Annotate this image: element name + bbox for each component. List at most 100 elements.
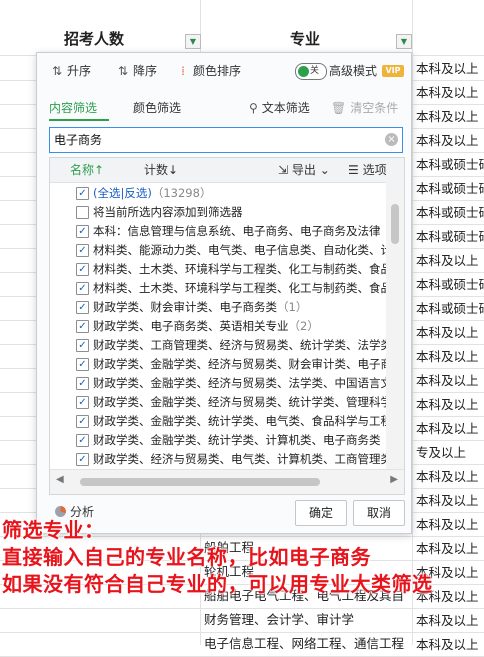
checkbox-checked-icon[interactable]: ✓ (76, 396, 89, 409)
active-tab-indicator (49, 119, 109, 121)
ok-button[interactable]: 确定 (295, 500, 347, 526)
sheet-cell[interactable]: 本科及以上 (414, 513, 484, 537)
header-cell-major[interactable]: 专业 (290, 23, 320, 55)
clear-conditions-button[interactable]: 🗑 清空条件 (331, 99, 398, 117)
advanced-mode-toggle[interactable]: 关 (295, 63, 327, 80)
filter-dropdown-icon[interactable]: ▼ (185, 34, 201, 49)
list-item-text: 财政学类、工商管理类、经济与贸易类、统计学类、法学类 (93, 338, 386, 352)
list-item-text: 财政学类、电子商务类、英语相关专业 (93, 319, 289, 333)
column-divider (412, 0, 413, 645)
checkbox-checked-icon[interactable]: ✓ (76, 301, 89, 314)
scroll-thumb[interactable] (80, 478, 320, 486)
checkbox-checked-icon[interactable]: ✓ (76, 358, 89, 371)
sort-descending-icon: ⇅ (117, 64, 129, 78)
list-item-text: 材料类、能源动力类、电气类、电子信息类、自动化类、计 (93, 243, 386, 257)
sheet-cell[interactable]: 本科及以上 (414, 81, 484, 105)
tab-color-filter[interactable]: 颜色筛选 (133, 99, 181, 117)
list-item[interactable]: ✓ (全选|反选)（13298） (50, 184, 386, 203)
list-item[interactable]: ✓ 材料类、土木类、环境科学与工程类、化工与制药类、食品 (50, 260, 386, 279)
checkbox-checked-icon[interactable]: ✓ (76, 244, 89, 257)
list-item-label: 财政学类、财会审计类、电子商务类（1） (93, 298, 307, 317)
list-item[interactable]: ✓ 材料类、能源动力类、电气类、电子信息类、自动化类、计 (50, 241, 386, 260)
sheet-cell[interactable]: 电子信息工程、网络工程、通信工程 (204, 632, 412, 656)
list-item[interactable]: ✓ 财政学类、工商管理类、经济与贸易类、统计学类、法学类 (50, 336, 386, 355)
sheet-cell[interactable]: 本科及以上 (414, 321, 484, 345)
list-item[interactable]: ✓ 财政学类、经济与贸易类、电气类、计算机类、工商管理类 (50, 450, 386, 469)
sort-by-name-button[interactable]: 名称↑ (70, 158, 104, 182)
sheet-cell[interactable]: 本科或硕士研 (414, 297, 484, 321)
checkbox-checked-icon[interactable]: ✓ (76, 225, 89, 238)
horizontal-scrollbar[interactable]: ◀ ▶ (50, 469, 404, 494)
sheet-cell[interactable]: 专及以上 (414, 441, 484, 465)
list-item-label: 财政学类、金融学类、经济与贸易类、法学类、中国语言文 (93, 374, 386, 393)
sort-descending-button[interactable]: ⇅ 降序 (115, 62, 157, 80)
checkbox-checked-icon[interactable]: ✓ (76, 377, 89, 390)
options-button[interactable]: ☰ 选项 (348, 158, 387, 182)
clear-search-icon[interactable]: × (385, 133, 398, 146)
sort-ascending-label: 升序 (67, 64, 92, 78)
sheet-cell[interactable]: 本科及以上 (414, 465, 484, 489)
list-item[interactable]: ✓ 财政学类、金融学类、经济与贸易类、统计学类、管理科学 (50, 393, 386, 412)
scroll-left-icon[interactable]: ◀ (56, 474, 64, 485)
filter-dropdown-icon[interactable]: ▼ (396, 34, 412, 49)
cancel-button[interactable]: 取消 (353, 500, 405, 526)
list-item[interactable]: 将当前所选内容添加到筛选器 (50, 203, 386, 222)
sheet-cell[interactable]: 本科及以上 (414, 609, 484, 633)
annotation-line-1: 筛选专业： (2, 518, 105, 542)
checkbox-checked-icon[interactable]: ✓ (76, 434, 89, 447)
sheet-cell[interactable]: 本科或硕士研 (414, 177, 484, 201)
sheet-cell[interactable]: 本科或硕士研 (414, 225, 484, 249)
scroll-thumb[interactable] (391, 204, 399, 244)
list-item-text: 将当前所选内容添加到筛选器 (93, 205, 243, 219)
sheet-cell[interactable]: 本科或硕士研 (414, 153, 484, 177)
checkbox-checked-icon[interactable]: ✓ (76, 320, 89, 333)
sheet-cell[interactable]: 财务管理、会计学、审计学 (204, 608, 412, 632)
list-item-label: 财政学类、金融学类、经济与贸易类、统计学类、管理科学 (93, 393, 386, 412)
list-item-label: 财政学类、电子商务类、英语相关专业（2） (93, 317, 319, 336)
list-item[interactable]: ✓ 材料类、土木类、环境科学与工程类、化工与制药类、食品 (50, 279, 386, 298)
list-item-text[interactable]: (全选|反选) (93, 186, 152, 200)
sheet-cell[interactable]: 本科及以上 (414, 249, 484, 273)
list-item[interactable]: ✓ 财政学类、金融学类、经济与贸易类、法学类、中国语言文 (50, 374, 386, 393)
sheet-cell[interactable]: 本科及以上 (414, 129, 484, 153)
sheet-cell[interactable]: 本科及以上 (414, 633, 484, 657)
sheet-cell[interactable]: 本科及以上 (414, 369, 484, 393)
sheet-cell[interactable]: 本科及以上 (414, 417, 484, 441)
sort-ascending-button[interactable]: ⇅ 升序 (49, 62, 91, 80)
list-item[interactable]: ✓ 财政学类、财会审计类、电子商务类（1） (50, 298, 386, 317)
checkbox-checked-icon[interactable]: ✓ (76, 339, 89, 352)
list-item-text: 材料类、土木类、环境科学与工程类、化工与制药类、食品 (93, 281, 386, 295)
list-item[interactable]: ✓ 财政学类、电子商务类、英语相关专业（2） (50, 317, 386, 336)
sheet-cell[interactable]: 本科及以上 (414, 489, 484, 513)
sheet-cell[interactable]: 本科及以上 (414, 345, 484, 369)
sheet-cell[interactable]: 本科或硕士研 (414, 201, 484, 225)
sheet-cell[interactable]: 本科及以上 (414, 57, 484, 81)
options-label: 选项 (362, 163, 387, 177)
scroll-right-icon[interactable]: ▶ (390, 474, 398, 485)
text-filter-button[interactable]: ⚲ 文本筛选 (249, 99, 310, 117)
sheet-cell[interactable]: 本科及以上 (414, 393, 484, 417)
header-cell-recruits[interactable]: 招考人数 (64, 23, 124, 55)
search-input[interactable]: 电子商务 × (49, 127, 403, 153)
sheet-cell[interactable]: 本科及以上 (414, 105, 484, 129)
checkbox-checked-icon[interactable]: ✓ (76, 187, 89, 200)
list-item[interactable]: ✓ 财政学类、金融学类、统计学类、电气类、食品科学与工程 (50, 412, 386, 431)
list-menu-icon: ☰ (348, 163, 363, 177)
export-button[interactable]: ⇲ 导出 ⌄ (278, 158, 330, 182)
list-item[interactable]: ✓ 财政学类、金融学类、统计学类、计算机类、电子商务类 (50, 431, 386, 450)
checkbox-unchecked-icon[interactable] (76, 206, 89, 219)
color-sort-button[interactable]: ⁞ 颜色排序 (175, 62, 241, 80)
checkbox-checked-icon[interactable]: ✓ (76, 415, 89, 428)
checkbox-checked-icon[interactable]: ✓ (76, 282, 89, 295)
sheet-cell[interactable]: 本科或硕士研 (414, 273, 484, 297)
sort-by-count-button[interactable]: 计数↓ (144, 158, 178, 182)
list-item-label: 材料类、土木类、环境科学与工程类、化工与制药类、食品 (93, 279, 386, 298)
list-item-text: 财政学类、金融学类、统计学类、电气类、食品科学与工程 (93, 414, 386, 428)
sheet-cell[interactable]: 本科及以上 (414, 537, 484, 561)
tab-content-filter[interactable]: 内容筛选 (49, 99, 97, 117)
checkbox-checked-icon[interactable]: ✓ (76, 453, 89, 466)
checkbox-checked-icon[interactable]: ✓ (76, 263, 89, 276)
vertical-scrollbar[interactable] (386, 182, 404, 469)
list-item[interactable]: ✓ 财政学类、金融学类、经济与贸易类、财会审计类、电子商 (50, 355, 386, 374)
list-item[interactable]: ✓ 本科：信息管理与信息系统、电子商务、电子商务及法律 (50, 222, 386, 241)
